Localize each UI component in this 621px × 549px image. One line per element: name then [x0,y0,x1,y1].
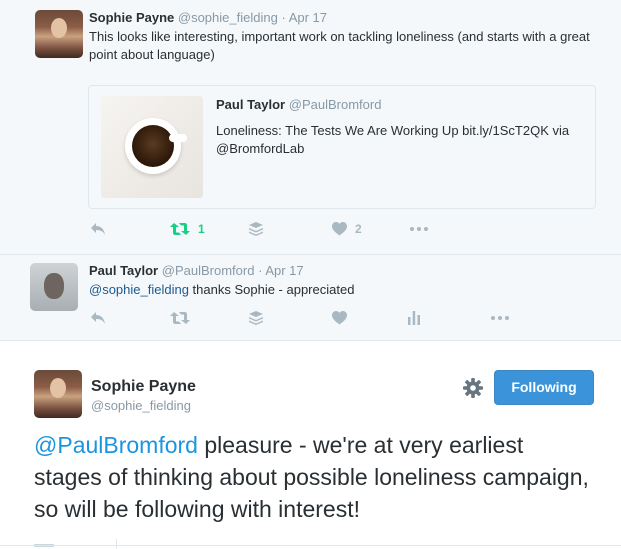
following-button[interactable]: Following [494,370,594,405]
separator-dot: · [281,10,286,25]
mention-link[interactable]: @PaulBromford [34,432,198,458]
retweet-icon [170,312,190,324]
more-icon [410,227,428,231]
author-handle[interactable]: @sophie_fielding [178,10,278,25]
tweet-text: This looks like interesting, important w… [89,29,590,62]
quoted-author-handle: @PaulBromford [288,97,382,112]
tweet-text-body: thanks Sophie - appreciated [188,282,355,297]
author-name[interactable]: Paul Taylor [89,263,158,278]
reply-icon [91,223,105,235]
more-icon [491,316,509,320]
mention-link[interactable]: @sophie_fielding [89,282,189,297]
gear-icon[interactable] [462,377,484,399]
tweet-date[interactable]: Apr 17 [289,10,327,25]
quoted-tweet-text: Loneliness: The Tests We Are Working Up … [216,123,570,156]
reply-button[interactable] [90,219,106,239]
author-handle[interactable]: @sophie_fielding [91,398,191,413]
quoted-author: Paul Taylor @PaulBromford [216,97,381,112]
heart-icon [332,222,347,236]
more-button[interactable] [410,219,428,239]
retweet-button[interactable]: 1 [170,219,205,239]
reply-icon [91,312,105,324]
tweet-date[interactable]: Apr 17 [265,263,303,278]
analytics-icon [408,311,420,325]
author-name[interactable]: Sophie Payne [89,10,174,25]
retweet-count: 1 [198,222,205,236]
author-handle[interactable]: @PaulBromford [162,263,255,278]
like-button[interactable] [332,308,347,328]
tweet-header: Sophie Payne @sophie_fielding · Apr 17 [89,10,327,25]
quoted-tweet-image [101,96,203,198]
quoted-author-name: Paul Taylor [216,97,286,112]
avatar[interactable] [30,263,78,311]
buffer-button[interactable] [249,308,263,328]
buffer-button[interactable] [249,219,263,239]
heart-icon [332,311,347,325]
analytics-button[interactable] [408,308,420,328]
divider [0,545,621,546]
more-button[interactable] [491,308,509,328]
tweet-actions [0,308,621,328]
buffer-icon [249,311,263,325]
stats-divider [116,539,117,549]
quoted-tweet-card[interactable]: Paul Taylor @PaulBromford Loneliness: Th… [88,85,596,209]
like-count: 2 [355,222,362,236]
coffee-cup-image [125,118,181,174]
avatar[interactable] [35,10,83,58]
reply-tweet-sophie[interactable]: Sophie Payne @sophie_fielding · Apr 17 T… [0,0,621,255]
author-name[interactable]: Sophie Payne [91,378,196,396]
tweet-text: @sophie_fielding thanks Sophie - appreci… [89,281,599,299]
reply-button[interactable] [90,308,106,328]
reply-tweet-paul[interactable]: Paul Taylor @PaulBromford · Apr 17 @soph… [0,255,621,341]
tweet-actions: 1 2 [0,219,621,239]
tweet-header: Paul Taylor @PaulBromford · Apr 17 [89,263,304,278]
avatar[interactable] [34,370,82,418]
separator-dot: · [258,263,263,278]
retweet-icon [170,223,190,235]
retweet-button[interactable] [170,308,190,328]
like-button[interactable]: 2 [332,219,362,239]
tweet-text: @PaulBromford pleasure - we're at very e… [34,429,594,525]
buffer-icon [249,222,263,236]
permalink-tweet: Sophie Payne @sophie_fielding Following … [0,341,621,549]
